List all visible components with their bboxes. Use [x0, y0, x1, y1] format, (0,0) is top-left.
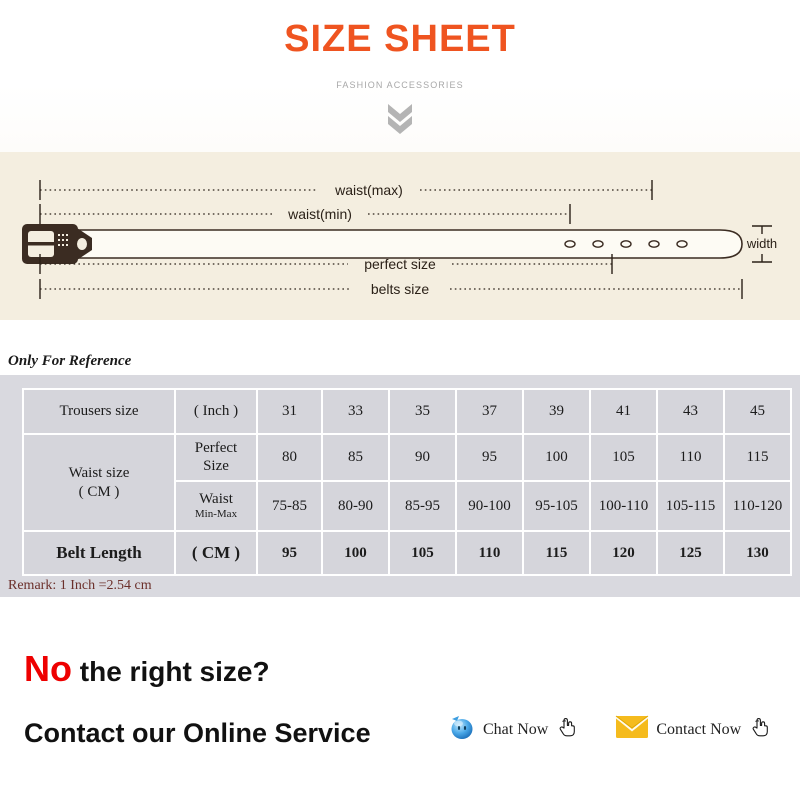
- cell-trousers-6: 43: [656, 388, 725, 435]
- page-title: SIZE SHEET: [284, 18, 516, 60]
- cell-minmax-1: 80-90: [321, 480, 390, 532]
- cell-trousers-2: 35: [388, 388, 457, 435]
- cell-belt-4: 115: [522, 530, 591, 576]
- waist-minmax-line2: Min-Max: [194, 508, 238, 521]
- contact-now-label: Contact Now: [656, 720, 742, 738]
- label-waist-min: waist(min): [287, 206, 352, 222]
- cell-belt-5: 120: [589, 530, 658, 576]
- size-table: Trousers size ( Inch ) 31 33 35 37 39 41…: [22, 388, 792, 576]
- row-unit-trousers-size: ( Inch ): [174, 388, 258, 435]
- cell-minmax-0: 75-85: [256, 480, 323, 532]
- hand-pointer-icon: [748, 714, 774, 745]
- cell-minmax-3: 90-100: [455, 480, 524, 532]
- contact-heading: Contact our Online Service: [24, 718, 371, 748]
- perfect-size-line1: Perfect: [194, 440, 238, 457]
- row-unit-perfect-size: Perfect Size: [174, 433, 258, 482]
- table-row-trousers-size: Trousers size ( Inch ) 31 33 35 37 39 41…: [22, 388, 792, 435]
- cell-perfect-6: 110: [656, 433, 725, 482]
- row-label-belt-length: Belt Length: [22, 530, 176, 576]
- cell-perfect-0: 80: [256, 433, 323, 482]
- contact-section: No the right size? Contact our Online Se…: [0, 600, 800, 800]
- no-rest-text: the right size?: [72, 656, 270, 687]
- cta-group: Chat Now Contact Now: [448, 713, 774, 746]
- dimension-width: width: [746, 225, 777, 263]
- cell-trousers-4: 39: [522, 388, 591, 435]
- remark-text: Remark: 1 Inch =2.54 cm: [8, 578, 152, 593]
- cell-belt-1: 100: [321, 530, 390, 576]
- dimension-belts-size: belts size: [39, 279, 743, 299]
- belt-diagram-panel: waist(max) waist(min) width perfect size…: [0, 152, 800, 320]
- cell-trousers-3: 37: [455, 388, 524, 435]
- row-label-trousers-size: Trousers size: [22, 388, 176, 435]
- cell-trousers-0: 31: [256, 388, 323, 435]
- label-belts-size: belts size: [371, 281, 430, 297]
- belt-diagram-svg: waist(max) waist(min) width perfect size…: [22, 180, 777, 299]
- waist-minmax-line1: Waist: [199, 491, 233, 508]
- no-right-size-heading: No the right size?: [24, 648, 270, 690]
- double-chevron-down-icon: [0, 100, 800, 134]
- cell-belt-0: 95: [256, 530, 323, 576]
- perfect-size-line2: Size: [203, 457, 229, 474]
- cell-trousers-1: 33: [321, 388, 390, 435]
- no-word: No: [24, 648, 72, 689]
- hand-pointer-icon: [555, 714, 581, 745]
- envelope-icon: [615, 714, 649, 745]
- cell-perfect-4: 100: [522, 433, 591, 482]
- waist-label-line2: ( CM ): [78, 483, 120, 500]
- page-header: SIZE SHEET FASHION ACCESSORIES: [0, 0, 800, 152]
- dimension-waist-max: waist(max): [39, 180, 653, 200]
- chat-bubble-icon: [448, 713, 476, 746]
- cell-trousers-5: 41: [589, 388, 658, 435]
- row-label-waist-size: Waist size ( CM ): [22, 433, 176, 532]
- cell-belt-7: 130: [723, 530, 792, 576]
- cell-belt-2: 105: [388, 530, 457, 576]
- row-unit-waist-min-max: Waist Min-Max: [174, 480, 258, 532]
- label-width: width: [746, 236, 777, 251]
- row-unit-belt-length: ( CM ): [174, 530, 258, 576]
- page-subtitle: FASHION ACCESSORIES: [336, 80, 464, 90]
- reference-note: Only For Reference: [8, 353, 132, 369]
- cell-perfect-1: 85: [321, 433, 390, 482]
- cell-perfect-2: 90: [388, 433, 457, 482]
- label-waist-max: waist(max): [334, 182, 403, 198]
- waist-label-line1: Waist size: [68, 464, 130, 481]
- table-row-perfect-size: Waist size ( CM ) Perfect Size 80 85 90 …: [22, 433, 792, 532]
- cell-belt-6: 125: [656, 530, 725, 576]
- cell-minmax-7: 110-120: [723, 480, 792, 532]
- cell-minmax-5: 100-110: [589, 480, 658, 532]
- cell-minmax-6: 105-115: [656, 480, 725, 532]
- cell-minmax-2: 85-95: [388, 480, 457, 532]
- table-row-belt-length: Belt Length ( CM ) 95 100 105 110 115 12…: [22, 530, 792, 576]
- cell-perfect-7: 115: [723, 433, 792, 482]
- chat-now-label: Chat Now: [483, 720, 549, 738]
- cell-belt-3: 110: [455, 530, 524, 576]
- cell-minmax-4: 95-105: [522, 480, 591, 532]
- label-perfect-size: perfect size: [364, 256, 436, 272]
- chat-now-button[interactable]: Chat Now: [448, 713, 581, 746]
- cell-perfect-5: 105: [589, 433, 658, 482]
- dimension-waist-min: waist(min): [39, 204, 571, 224]
- cell-perfect-3: 95: [455, 433, 524, 482]
- contact-now-button[interactable]: Contact Now: [615, 714, 774, 745]
- cell-trousers-7: 45: [723, 388, 792, 435]
